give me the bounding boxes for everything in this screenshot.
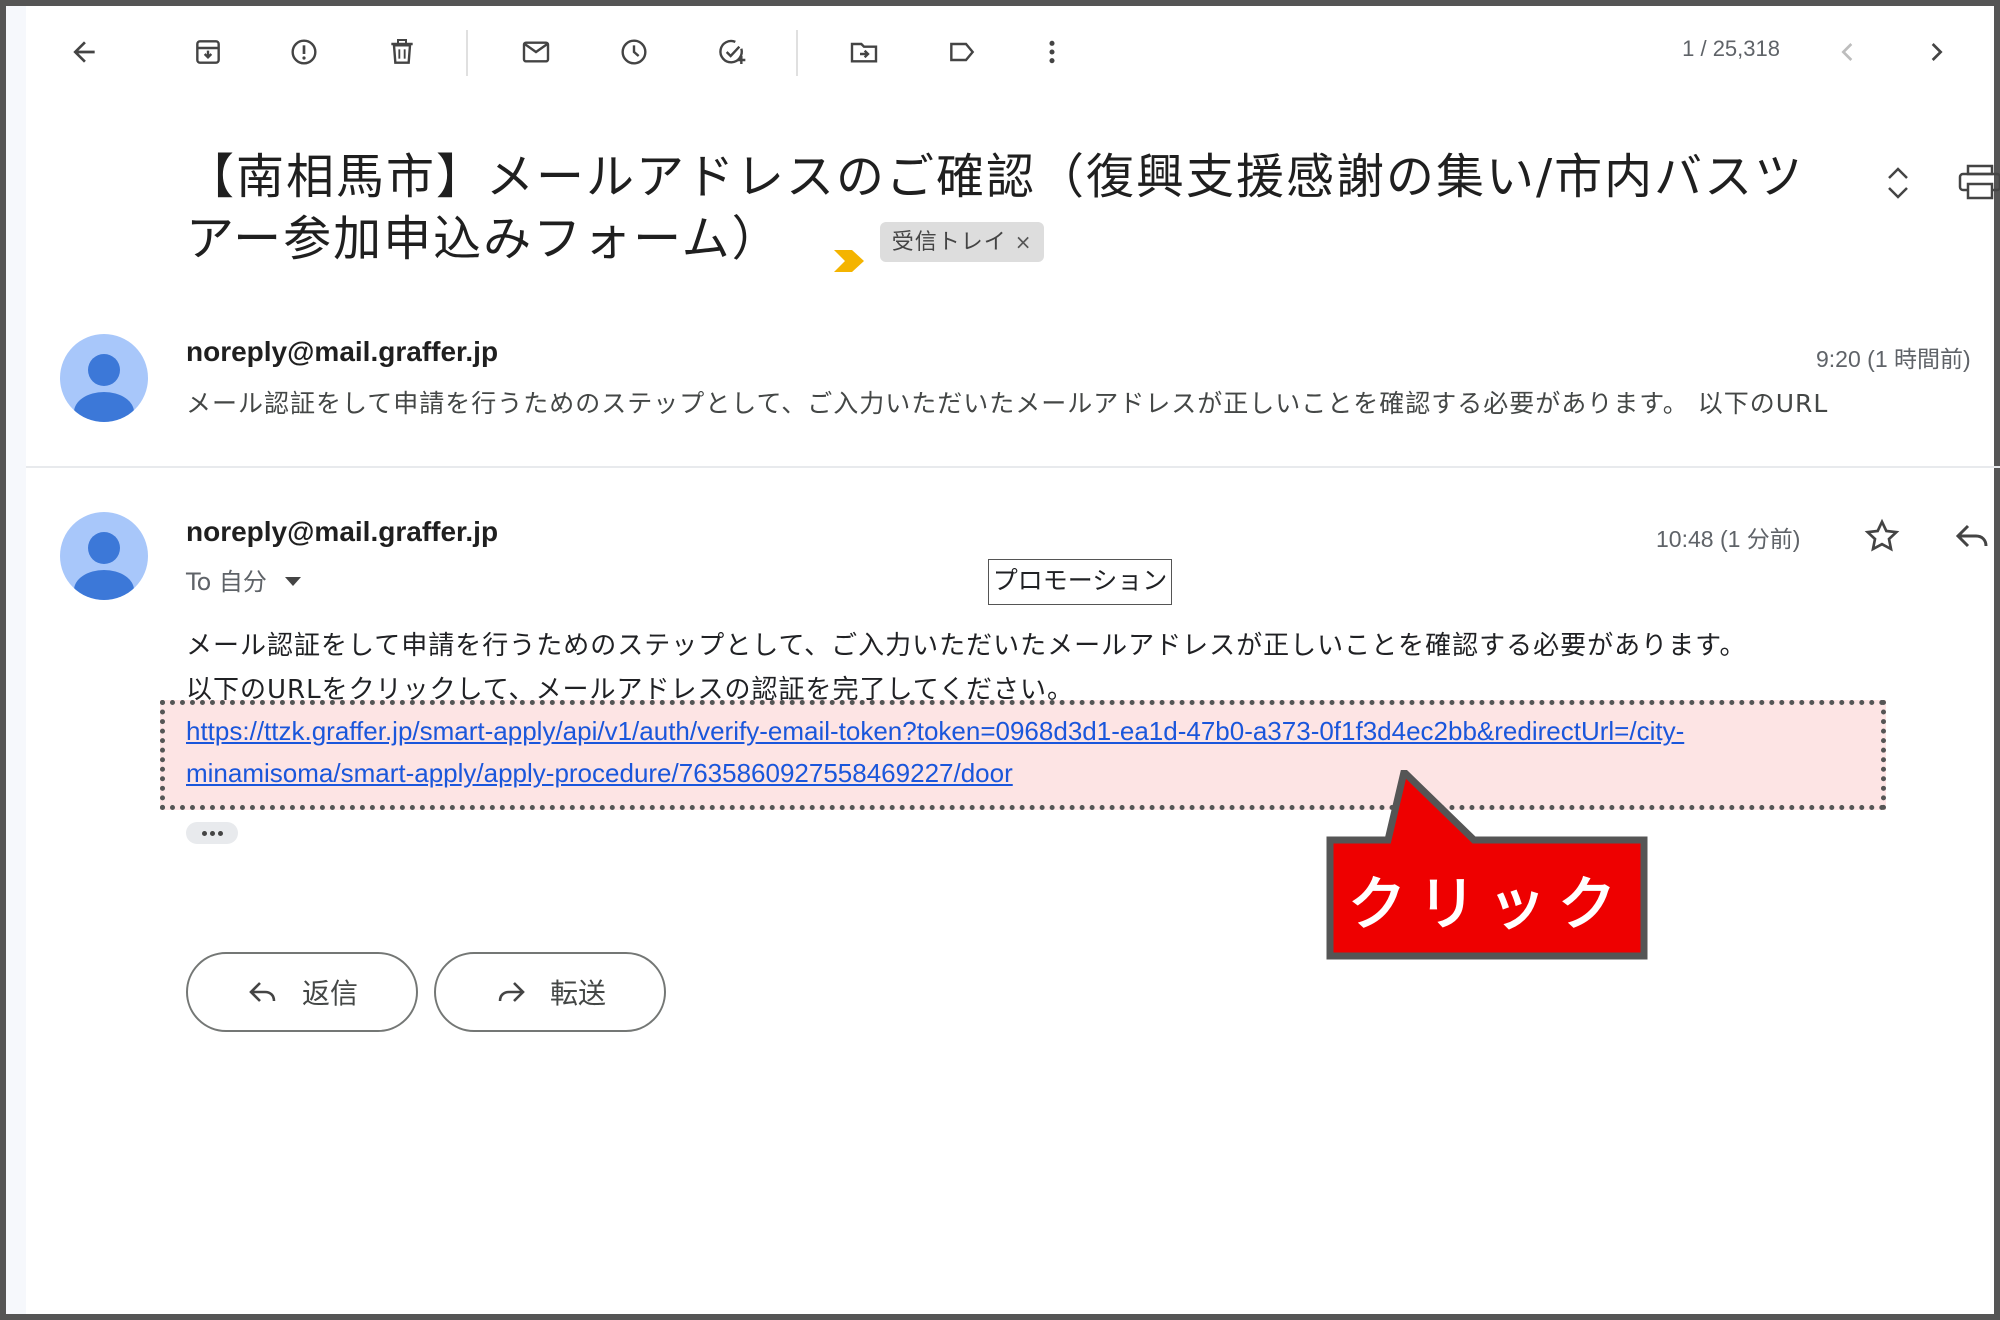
- archive-icon[interactable]: [186, 30, 230, 74]
- mark-unread-icon[interactable]: [514, 30, 558, 74]
- message-2-sender[interactable]: noreply@mail.graffer.jp: [186, 516, 498, 548]
- recipient-details-toggle[interactable]: To 自分: [186, 562, 301, 597]
- message-1-sender[interactable]: noreply@mail.graffer.jp: [186, 336, 498, 368]
- label-chip-text: 受信トレイ: [891, 230, 1007, 255]
- toolbar-separator: [796, 30, 798, 76]
- left-sidebar-strip: [6, 6, 26, 1314]
- print-icon[interactable]: [1956, 162, 2000, 202]
- toolbar-separator: [466, 30, 468, 76]
- pager-count: 1 / 25,318: [1682, 36, 1780, 61]
- delete-icon[interactable]: [380, 30, 424, 74]
- forward-button[interactable]: 転送: [434, 952, 666, 1032]
- report-spam-icon[interactable]: [282, 30, 326, 74]
- forward-button-label: 転送: [549, 977, 606, 1010]
- dot: [209, 830, 215, 836]
- importance-marker-icon[interactable]: [832, 228, 866, 272]
- reply-button-label: 返信: [301, 977, 358, 1010]
- expand-all-icon[interactable]: [1880, 160, 1916, 206]
- label-chip-inbox[interactable]: 受信トレイ ×: [879, 222, 1045, 262]
- newer-chevron-left-icon[interactable]: [1826, 30, 1870, 74]
- forward-arrow-icon: [498, 982, 525, 1002]
- back-arrow-icon[interactable]: [62, 30, 106, 74]
- email-subject: 【南相馬市】メールアドレスのご確認（復興支援感謝の集い/市内バスツアー参加申込み…: [186, 146, 1826, 272]
- dot: [217, 830, 223, 836]
- move-to-icon[interactable]: [842, 30, 886, 74]
- sender-avatar-icon: [60, 334, 148, 422]
- show-trimmed-content-button[interactable]: [186, 822, 238, 844]
- message-1-snippet[interactable]: メール認証をして申請を行うためのステップとして、ご入力いただいたメールアドレスが…: [186, 384, 2000, 420]
- add-task-icon[interactable]: [710, 30, 754, 74]
- sender-avatar-icon: [60, 512, 148, 600]
- message-divider: [26, 466, 2000, 468]
- label-chip-close-icon[interactable]: ×: [1015, 230, 1033, 254]
- reply-arrow-icon: [249, 982, 276, 1002]
- reply-icon[interactable]: [1952, 516, 1992, 556]
- dot: [201, 830, 207, 836]
- body-line-1: メール認証をして申請を行うためのステップとして、ご入力いただいたメールアドレスが…: [186, 631, 1747, 661]
- message-1-time: 9:20 (1 時間前): [1816, 346, 1971, 372]
- click-callout-text: クリック: [1347, 870, 1628, 938]
- message-body: メール認証をして申請を行うためのステップとして、ご入力いただいたメールアドレスが…: [186, 624, 1747, 712]
- more-vert-icon[interactable]: [1030, 30, 1074, 74]
- promotion-annotation: プロモーション: [988, 559, 1172, 605]
- label-icon[interactable]: [940, 30, 984, 74]
- older-chevron-right-icon[interactable]: [1914, 30, 1958, 74]
- recipient-text: To 自分: [186, 568, 267, 596]
- message-2-time: 10:48 (1 分前): [1656, 526, 1801, 552]
- caret-down-icon[interactable]: [284, 576, 301, 586]
- star-icon[interactable]: [1862, 516, 1902, 556]
- snooze-icon[interactable]: [612, 30, 656, 74]
- reply-button[interactable]: 返信: [186, 952, 418, 1032]
